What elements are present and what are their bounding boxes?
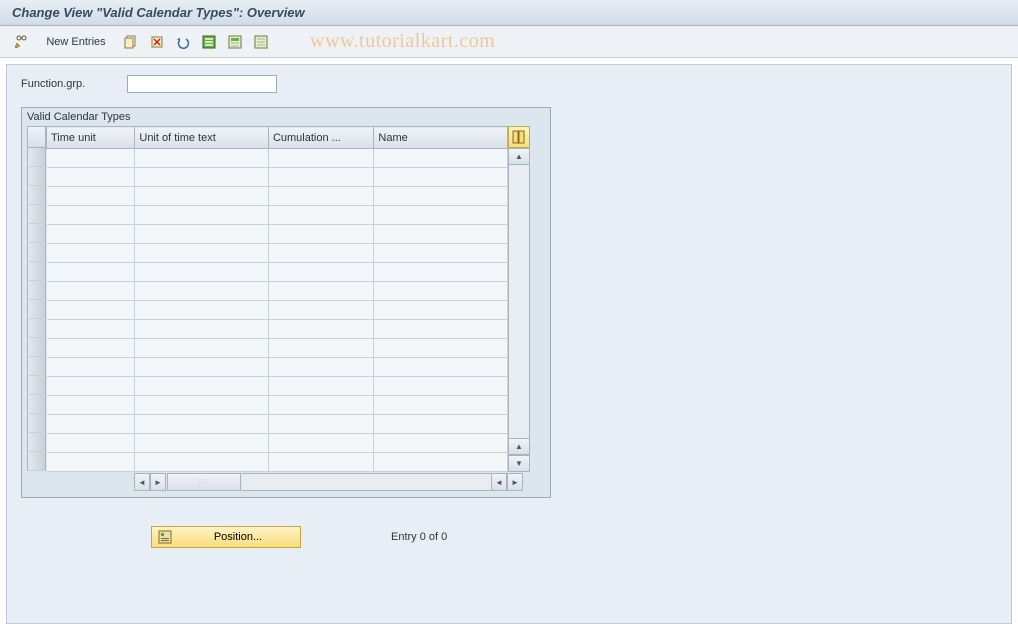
select-block-icon [227, 34, 243, 50]
new-entries-label: New Entries [46, 36, 105, 48]
table-row[interactable] [47, 415, 508, 434]
table-settings-icon [512, 130, 526, 144]
configure-columns-button[interactable] [508, 126, 530, 148]
scroll-down-button[interactable]: ▼ [508, 455, 530, 472]
group-title: Valid Calendar Types [27, 111, 545, 123]
title-bar: Change View "Valid Calendar Types": Over… [0, 0, 1018, 26]
row-selector[interactable] [27, 148, 46, 167]
row-selector[interactable] [27, 433, 46, 452]
delete-icon [149, 34, 165, 50]
row-selector[interactable] [27, 452, 46, 471]
table-row[interactable] [47, 168, 508, 187]
copy-icon [123, 34, 139, 50]
undo-change-button[interactable] [172, 31, 194, 53]
vscroll-track[interactable] [508, 165, 530, 438]
pencil-glasses-icon [13, 34, 29, 50]
function-grp-input[interactable] [127, 75, 277, 93]
scroll-up-button[interactable]: ▲ [508, 148, 530, 165]
col-header-cumulation[interactable]: Cumulation ... [268, 127, 373, 149]
main-area: Function.grp. Valid Calendar Types [6, 64, 1012, 624]
function-grp-label: Function.grp. [21, 78, 121, 90]
position-button-label: Position... [182, 531, 294, 543]
delete-button[interactable] [146, 31, 168, 53]
table-row[interactable] [47, 301, 508, 320]
row-selector[interactable] [27, 243, 46, 262]
table-row[interactable] [47, 206, 508, 225]
toolbar: New Entries www.tutorialkart.com [0, 26, 1018, 58]
table-row[interactable] [47, 339, 508, 358]
copy-as-button[interactable] [120, 31, 142, 53]
table-row[interactable] [47, 320, 508, 339]
row-selector-column [27, 126, 46, 472]
row-selector[interactable] [27, 186, 46, 205]
row-selector[interactable] [27, 338, 46, 357]
col-header-name[interactable]: Name [374, 127, 508, 149]
col-header-unit-text[interactable]: Unit of time text [135, 127, 269, 149]
col-header-time-unit[interactable]: Time unit [47, 127, 135, 149]
valid-calendar-types-table: Time unit Unit of time text Cumulation .… [46, 126, 508, 472]
row-selector[interactable] [27, 167, 46, 186]
valid-calendar-types-group: Valid Calendar Types [21, 107, 551, 498]
table-row[interactable] [47, 453, 508, 472]
table-row[interactable] [47, 434, 508, 453]
row-selector[interactable] [27, 319, 46, 338]
row-selector[interactable] [27, 357, 46, 376]
new-entries-button[interactable]: New Entries [36, 31, 116, 53]
scroll-right-button[interactable]: ► [507, 473, 523, 491]
function-grp-row: Function.grp. [21, 75, 997, 93]
scroll-down-step-button[interactable]: ▲ [508, 438, 530, 455]
footer-row: Position... Entry 0 of 0 [21, 526, 997, 548]
table-body [47, 149, 508, 472]
table-row[interactable] [47, 187, 508, 206]
row-selector[interactable] [27, 281, 46, 300]
row-selector[interactable] [27, 262, 46, 281]
table-container: Time unit Unit of time text Cumulation .… [27, 126, 545, 472]
row-selector[interactable] [27, 414, 46, 433]
row-selector[interactable] [27, 224, 46, 243]
scroll-left-end-button[interactable]: ◄ [491, 473, 507, 491]
table-row[interactable] [47, 396, 508, 415]
hscroll-thumb[interactable]: ::: [167, 473, 241, 491]
scroll-right-step-button[interactable]: ► [150, 473, 166, 491]
table-row[interactable] [47, 358, 508, 377]
toggle-display-change-button[interactable] [10, 31, 32, 53]
table-row[interactable] [47, 282, 508, 301]
table-row[interactable] [47, 263, 508, 282]
watermark-text: www.tutorialkart.com [310, 30, 495, 53]
row-selector[interactable] [27, 300, 46, 319]
select-all-button[interactable] [198, 31, 220, 53]
page-title: Change View "Valid Calendar Types": Over… [12, 5, 305, 20]
select-block-button[interactable] [224, 31, 246, 53]
select-all-icon [201, 34, 217, 50]
table-row[interactable] [47, 377, 508, 396]
deselect-all-icon [253, 34, 269, 50]
deselect-all-button[interactable] [250, 31, 272, 53]
position-button[interactable]: Position... [151, 526, 301, 548]
row-selector[interactable] [27, 395, 46, 414]
table-row[interactable] [47, 225, 508, 244]
table-row[interactable] [47, 244, 508, 263]
table-row[interactable] [47, 149, 508, 168]
row-selector[interactable] [27, 376, 46, 395]
position-icon [158, 530, 172, 544]
row-selector[interactable] [27, 205, 46, 224]
select-all-rows-header[interactable] [27, 126, 46, 148]
hscroll-track[interactable] [242, 473, 491, 491]
hscroll-row: ◄ ► ::: ◄ ► [27, 473, 545, 491]
undo-icon [175, 34, 191, 50]
table-side-controls: ▲ ▲ ▼ [508, 126, 530, 472]
scroll-left-button[interactable]: ◄ [134, 473, 150, 491]
entry-count-info: Entry 0 of 0 [391, 531, 447, 543]
